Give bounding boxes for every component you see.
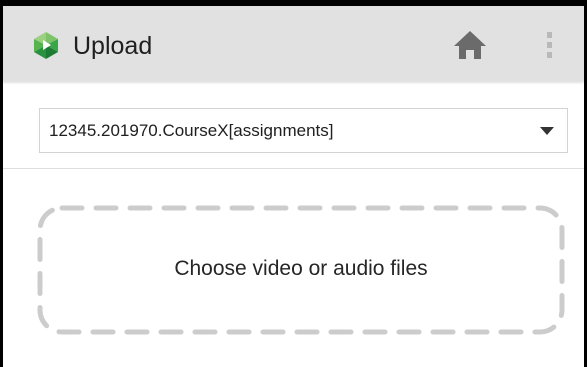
folder-select[interactable]: 12345.201970.CourseX[assignments] [39,108,568,153]
home-icon [454,31,486,59]
choose-files-label: Choose video or audio files [174,257,428,280]
app-title: Upload [73,32,153,60]
file-drop-zone[interactable]: Choose video or audio files [36,204,566,336]
panopto-logo-icon [34,32,58,59]
divider [3,168,584,169]
dropdown-arrow-icon [540,127,554,135]
more-options-button[interactable] [536,28,562,62]
upload-screen: Upload 12345.201970.CourseX[assignments]… [0,0,587,367]
app-bar: Upload [3,6,584,81]
home-button[interactable] [451,28,489,62]
folder-select-value: 12345.201970.CourseX[assignments] [49,121,334,140]
more-vertical-icon [546,32,552,58]
